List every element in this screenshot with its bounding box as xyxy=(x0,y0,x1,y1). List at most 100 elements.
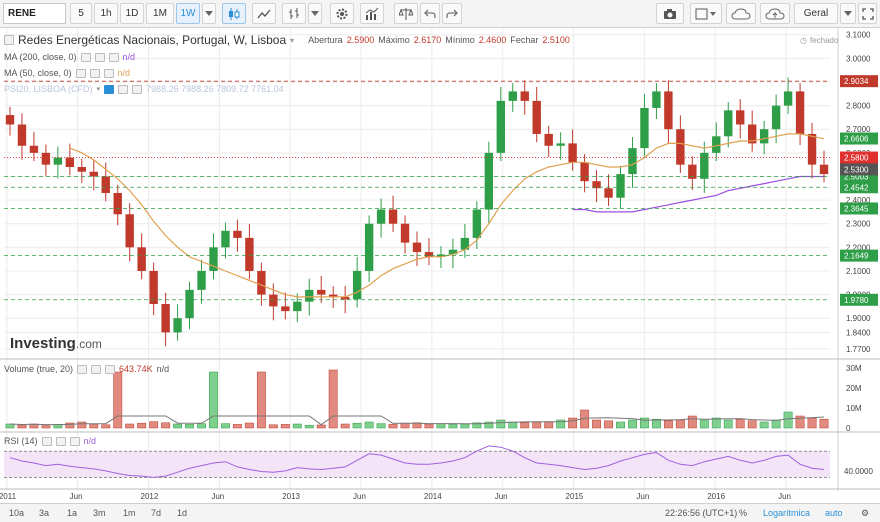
rsi-label: RSI (14) xyxy=(4,436,38,446)
candle-body xyxy=(556,143,565,146)
psi20-legend[interactable]: PSI20, LISBOA (CFD) ▾ 7988.26 7988.26 78… xyxy=(4,84,284,94)
range-7d[interactable]: 7d xyxy=(146,506,166,520)
fullscreen-button[interactable] xyxy=(858,3,877,24)
auto-scale-toggle[interactable]: auto xyxy=(820,506,848,520)
chart-canvas[interactable]: 2011 Jun 2012 Jun 2013 Jun 2014 Jun 2015 Jun 2016 J… xyxy=(0,28,880,503)
visibility-icon[interactable] xyxy=(91,364,102,374)
range-1a[interactable]: 1a xyxy=(62,506,82,520)
range-3a[interactable]: 3a xyxy=(34,506,54,520)
psi20-label: PSI20, LISBOA (CFD) xyxy=(4,84,93,94)
visibility-icon[interactable] xyxy=(55,436,66,446)
candle-body xyxy=(520,91,529,101)
volume-bar xyxy=(544,421,554,429)
layout-select[interactable]: Geral xyxy=(794,3,838,24)
close-icon[interactable] xyxy=(103,68,114,78)
range-1d[interactable]: 1d xyxy=(172,506,192,520)
price-level-label: 2.5300 xyxy=(844,165,869,174)
visibility-icon[interactable] xyxy=(94,52,105,62)
ma200-label: MA (200, close, 0) xyxy=(4,52,77,62)
candle-body xyxy=(472,209,482,238)
interval-5-button[interactable]: 5 xyxy=(70,3,92,24)
chart-toolbar: RENE 5 1h 1D 1M 1W Geral xyxy=(0,0,880,28)
chevron-down-icon[interactable]: ▾ xyxy=(290,36,294,45)
close-icon[interactable] xyxy=(108,52,119,62)
interval-1m-button[interactable]: 1M xyxy=(146,3,174,24)
low-value: 2.4600 xyxy=(478,35,507,45)
collapse-legend-icon[interactable] xyxy=(4,35,14,45)
settings-icon[interactable] xyxy=(80,52,91,62)
volume-legend[interactable]: Volume (true, 20) 643.74K n/d xyxy=(4,364,169,374)
settings-icon[interactable] xyxy=(118,84,129,94)
redo-icon xyxy=(446,9,458,18)
candle-body xyxy=(233,230,242,238)
volume-bar xyxy=(149,421,159,429)
volume-bar xyxy=(388,424,398,429)
percent-toggle[interactable]: % xyxy=(734,506,752,520)
price-axis-label: 3.1000 xyxy=(846,31,871,40)
close-icon[interactable] xyxy=(105,364,116,374)
line-chart-button[interactable] xyxy=(252,3,276,24)
candlestick-type-button[interactable] xyxy=(222,3,246,24)
logo-main-text: Investing xyxy=(10,335,76,352)
interval-1h-button[interactable]: 1h xyxy=(94,3,118,24)
settings-icon[interactable] xyxy=(75,68,86,78)
volume-axis-label: 20M xyxy=(846,384,862,393)
time-axis-label: Jun xyxy=(495,492,508,501)
volume-axis-label: 10M xyxy=(846,404,862,413)
candle-body xyxy=(712,136,721,153)
ma50-legend[interactable]: MA (50, close, 0) n/d xyxy=(4,68,130,78)
rsi-legend[interactable]: RSI (14) n/d xyxy=(4,436,96,446)
range-3m[interactable]: 3m xyxy=(88,506,111,520)
price-axis-label: 2.8000 xyxy=(846,102,871,111)
candle-body xyxy=(257,270,266,295)
chart-settings-button[interactable]: ⚙ xyxy=(856,506,874,520)
candle-body xyxy=(173,318,182,333)
candle-body xyxy=(65,157,75,168)
volume-bar xyxy=(77,421,87,429)
symbol-input[interactable]: RENE xyxy=(3,3,66,24)
time-axis-label: 2014 xyxy=(424,492,442,501)
volume-bar xyxy=(771,419,781,429)
time-axis-label: Jun xyxy=(70,492,83,501)
candle-body xyxy=(293,301,302,312)
bar-type-button[interactable] xyxy=(282,3,306,24)
open-label: Abertura xyxy=(308,35,343,45)
redo-button[interactable] xyxy=(442,3,462,24)
volume-bar xyxy=(460,423,470,429)
high-value: 2.6170 xyxy=(413,35,442,45)
candle-body xyxy=(125,214,134,248)
volume-bar xyxy=(687,415,697,429)
settings-icon[interactable] xyxy=(41,436,52,446)
undo-button[interactable] xyxy=(420,3,440,24)
volume-bar xyxy=(89,423,99,429)
cloud-load-button[interactable] xyxy=(726,3,756,24)
range-10a[interactable]: 10a xyxy=(4,506,29,520)
price-axis-label: 1.7700 xyxy=(846,345,871,354)
candle-body xyxy=(532,100,541,134)
compare-button[interactable] xyxy=(394,3,418,24)
log-scale-toggle[interactable]: Logarítmica xyxy=(758,506,815,520)
volume-bar xyxy=(604,420,613,429)
candle-body xyxy=(41,152,51,165)
layout-dropdown-button[interactable] xyxy=(840,3,856,24)
interval-dropdown-button[interactable] xyxy=(202,3,216,24)
interval-1w-button[interactable]: 1W xyxy=(176,3,200,24)
indicators-button[interactable] xyxy=(360,3,384,24)
cloud-save-button[interactable] xyxy=(760,3,790,24)
interval-1d-button[interactable]: 1D xyxy=(120,3,144,24)
volume-bar xyxy=(448,424,458,429)
ma200-legend[interactable]: MA (200, close, 0) n/d xyxy=(4,52,135,62)
visibility-icon[interactable] xyxy=(89,68,100,78)
close-icon[interactable] xyxy=(69,436,80,446)
visibility-icon[interactable] xyxy=(104,84,115,94)
chart-type-dropdown-button[interactable] xyxy=(308,3,322,24)
price-level-label: 2.5800 xyxy=(844,154,869,163)
range-1m[interactable]: 1m xyxy=(118,506,141,520)
snapshot-button[interactable] xyxy=(656,3,684,24)
settings-button[interactable] xyxy=(330,3,354,24)
high-label: Máximo xyxy=(378,35,410,45)
close-icon[interactable] xyxy=(132,84,143,94)
template-button[interactable] xyxy=(690,3,722,24)
settings-icon[interactable] xyxy=(77,364,88,374)
chevron-down-icon[interactable]: ▾ xyxy=(97,85,101,93)
